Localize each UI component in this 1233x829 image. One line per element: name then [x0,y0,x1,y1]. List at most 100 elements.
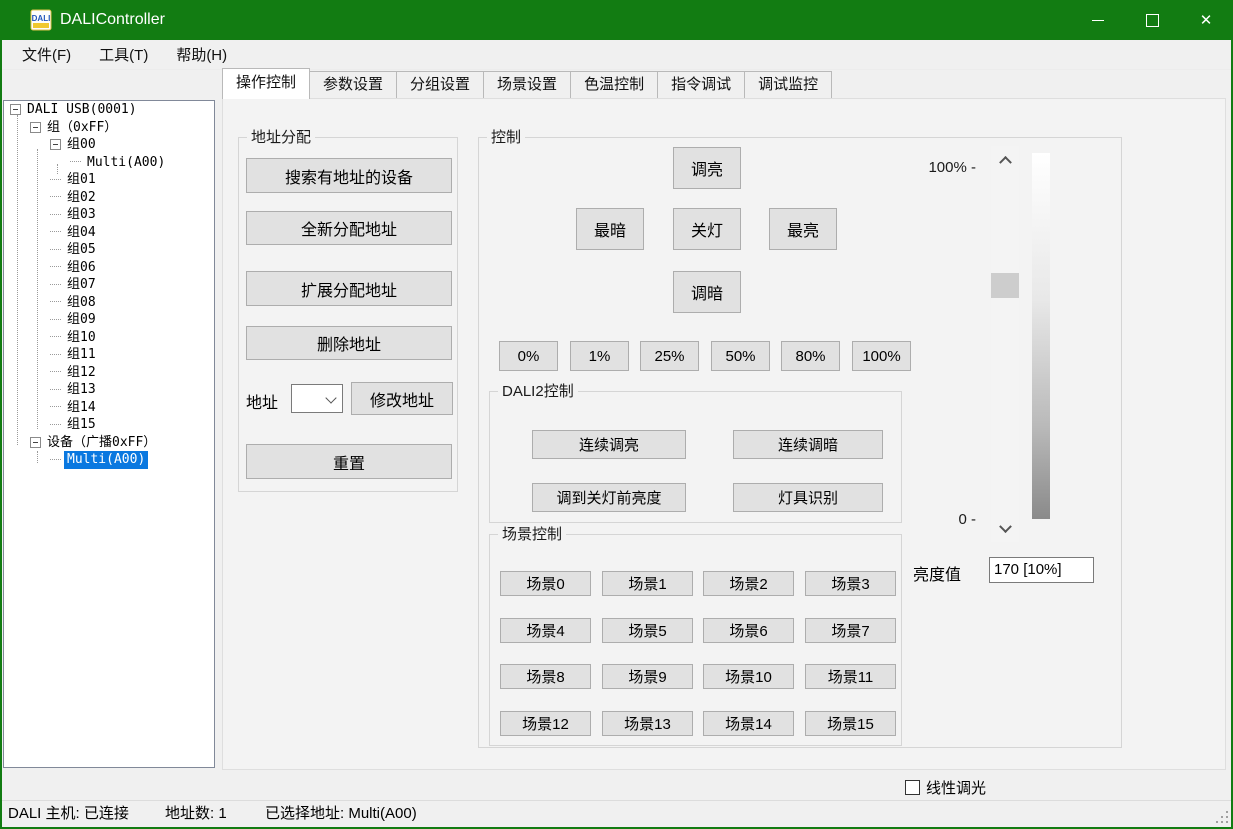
scene-button-11[interactable]: 场景11 [805,664,896,689]
dali2-button-3[interactable]: 灯具识别 [733,483,883,512]
tree-expand-toggle[interactable] [30,122,41,133]
scene-button-6[interactable]: 场景6 [703,618,794,643]
tree-row[interactable]: 组15 [4,416,214,434]
tree-row[interactable]: 组08 [4,294,214,312]
tree-row[interactable]: 组05 [4,241,214,259]
scrollbar-up-arrow[interactable] [991,146,1019,172]
scene-button-4[interactable]: 场景4 [500,618,591,643]
tree-row[interactable]: 组00 [4,136,214,154]
scene-button-13[interactable]: 场景13 [602,711,693,736]
tree-connector-line [50,424,61,426]
linear-dimming-checkbox[interactable]: 线性调光 [905,777,986,798]
tree-expand-toggle[interactable] [10,104,21,115]
percent-button-0[interactable]: 0% [499,341,558,371]
dim-up-button[interactable]: 调亮 [673,147,741,189]
tree-row[interactable]: 组01 [4,171,214,189]
scene-button-8[interactable]: 场景8 [500,664,591,689]
tab-1[interactable]: 参数设置 [309,71,397,98]
menu-item-2[interactable]: 帮助(H) [162,40,241,69]
address-button-2[interactable]: 扩展分配地址 [246,271,452,306]
tree-row[interactable]: Multi(A00) [4,154,214,172]
tree-slot [50,406,64,408]
tree-row[interactable]: 组04 [4,224,214,242]
scene-button-14[interactable]: 场景14 [703,711,794,736]
tree-row[interactable]: 组11 [4,346,214,364]
maximize-button[interactable] [1125,0,1179,40]
tree-row[interactable]: 组07 [4,276,214,294]
tree-connector-line [50,196,61,198]
chevron-down-icon [325,392,336,403]
scene-button-5[interactable]: 场景5 [602,618,693,643]
brightness-value-field[interactable]: 170 [10%] [989,557,1094,583]
tree-slot [50,179,64,181]
menu-item-0[interactable]: 文件(F) [8,40,85,69]
scene-button-10[interactable]: 场景10 [703,664,794,689]
minimize-button[interactable] [1071,0,1125,40]
max-brightness-button[interactable]: 最亮 [769,208,837,250]
tab-0[interactable]: 操作控制 [222,68,310,99]
tree-row[interactable]: 组10 [4,329,214,347]
slider-bottom-label: 0 - [909,511,976,528]
tree-slot [10,104,24,115]
dali2-button-0[interactable]: 连续调亮 [532,430,686,459]
percent-button-1[interactable]: 1% [570,341,629,371]
tree-row[interactable]: 组06 [4,259,214,277]
brightness-scrollbar[interactable] [991,146,1019,542]
tree-slot [50,319,64,321]
dali2-button-2[interactable]: 调到关灯前亮度 [532,483,686,512]
address-button-1[interactable]: 全新分配地址 [246,211,452,245]
min-brightness-button[interactable]: 最暗 [576,208,644,250]
tree-item-label: 组09 [64,311,99,329]
tree-slot [50,249,64,251]
tree-row[interactable]: 组（0xFF） [4,119,214,137]
percent-button-50[interactable]: 50% [711,341,770,371]
menu-item-1[interactable]: 工具(T) [85,40,162,69]
percent-button-25[interactable]: 25% [640,341,699,371]
scrollbar-down-arrow[interactable] [991,516,1019,542]
tree-row[interactable]: DALI USB(0001) [4,101,214,119]
scene-button-0[interactable]: 场景0 [500,571,591,596]
tree-row[interactable]: 设备（广播0xFF） [4,434,214,452]
scene-button-1[interactable]: 场景1 [602,571,693,596]
scene-button-9[interactable]: 场景9 [602,664,693,689]
tab-5[interactable]: 指令调试 [657,71,745,98]
address-button-0[interactable]: 搜索有地址的设备 [246,158,452,193]
tree-item-label: 组00 [64,136,99,154]
scene-button-15[interactable]: 场景15 [805,711,896,736]
tree-row[interactable]: 组13 [4,381,214,399]
scene-button-7[interactable]: 场景7 [805,618,896,643]
status-item-2: 已选择地址: Multi(A00) [265,801,417,827]
scene-button-12[interactable]: 场景12 [500,711,591,736]
percent-button-80[interactable]: 80% [781,341,840,371]
lamp-off-button[interactable]: 关灯 [673,208,741,250]
resize-grip-icon[interactable] [1216,811,1228,823]
tab-4[interactable]: 色温控制 [570,71,658,98]
close-button[interactable]: ✕ [1179,0,1233,40]
modify-address-button[interactable]: 修改地址 [351,382,453,415]
checkbox-icon [905,780,920,795]
tab-3[interactable]: 场景设置 [483,71,571,98]
dim-down-button[interactable]: 调暗 [673,271,741,313]
tree-connector-line [50,354,61,356]
percent-button-100[interactable]: 100% [852,341,911,371]
address-combobox[interactable] [291,384,343,413]
tree-row[interactable]: 组12 [4,364,214,382]
scrollbar-thumb[interactable] [991,273,1019,298]
dali2-button-1[interactable]: 连续调暗 [733,430,883,459]
tab-6[interactable]: 调试监控 [744,71,832,98]
device-tree: DALI USB(0001)组（0xFF）组00Multi(A00)组01组02… [3,100,215,768]
reset-button[interactable]: 重置 [246,444,452,479]
tree-row[interactable]: 组03 [4,206,214,224]
scene-button-3[interactable]: 场景3 [805,571,896,596]
tab-2[interactable]: 分组设置 [396,71,484,98]
tree-expand-toggle[interactable] [30,437,41,448]
scene-button-2[interactable]: 场景2 [703,571,794,596]
tree-row[interactable]: 组02 [4,189,214,207]
svg-text:DALI: DALI [32,14,51,23]
address-button-3[interactable]: 删除地址 [246,326,452,360]
tree-row[interactable]: Multi(A00) [4,451,214,469]
tree-expand-toggle[interactable] [50,139,61,150]
tree-row[interactable]: 组14 [4,399,214,417]
tree-row[interactable]: 组09 [4,311,214,329]
tree-slot [50,231,64,233]
